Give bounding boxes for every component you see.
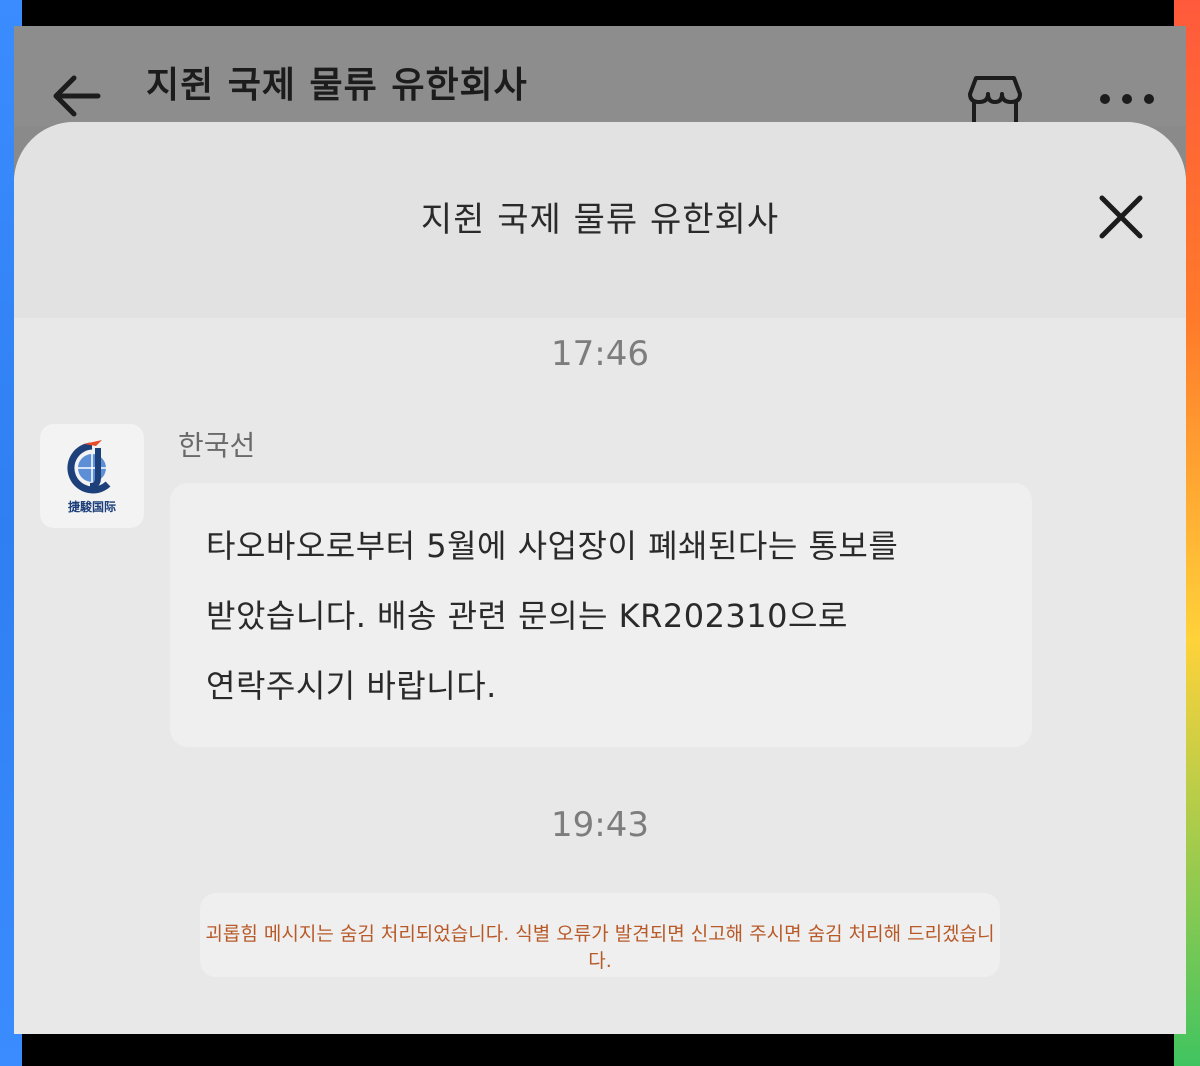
sender-name: 한국선	[178, 429, 256, 462]
message-line: 타오바오로부터 5월에 사업장이 폐쇄된다는 통보를	[206, 527, 899, 565]
avatar-company-name: 捷駿国际	[67, 500, 116, 514]
company-logo-icon	[67, 440, 111, 494]
close-icon[interactable]	[1096, 192, 1146, 242]
chat-sheet: 지쥔 국제 물류 유한회사 17:46 捷駿国际 한국선 타오바오로부터 5월에…	[14, 122, 1186, 1034]
app-title: 지쥔 국제 물류 유한회사	[146, 65, 528, 106]
message-line: 연락주시기 바랍니다.	[206, 667, 497, 705]
app-header: 지쥔 국제 물류 유한회사	[14, 26, 1186, 126]
phone-screen: 지쥔 국제 물류 유한회사 지쥔 국제 물류 유한회사 17:46 捷駿国际 한…	[14, 26, 1186, 1034]
sheet-header: 지쥔 국제 물류 유한회사	[14, 122, 1186, 318]
message-text: 타오바오로부터 5월에 사업장이 폐쇄된다는 통보를 받았습니다. 배송 관련 …	[206, 511, 1006, 721]
timestamp: 17:46	[551, 334, 649, 374]
sheet-title: 지쥔 국제 물류 유한회사	[420, 200, 780, 240]
message-bubble[interactable]: 타오바오로부터 5월에 사업장이 폐쇄된다는 통보를 받았습니다. 배송 관련 …	[170, 483, 1032, 747]
screenshot-frame: 지쥔 국제 물류 유한회사 지쥔 국제 물류 유한회사 17:46 捷駿国际 한…	[0, 0, 1200, 1066]
more-dots-icon[interactable]	[1098, 92, 1156, 106]
system-notice-text: 괴롭힘 메시지는 숨김 처리되었습니다. 식별 오류가 발견되면 신고해 주시면…	[205, 923, 995, 972]
store-icon[interactable]	[964, 74, 1026, 126]
system-notice: 괴롭힘 메시지는 숨김 처리되었습니다. 식별 오류가 발견되면 신고해 주시면…	[200, 893, 1000, 977]
back-arrow-icon[interactable]	[50, 72, 106, 120]
message-line: 받았습니다. 배송 관련 문의는 KR202310으로	[206, 597, 848, 635]
avatar[interactable]: 捷駿国际	[40, 424, 144, 528]
timestamp: 19:43	[551, 805, 649, 845]
